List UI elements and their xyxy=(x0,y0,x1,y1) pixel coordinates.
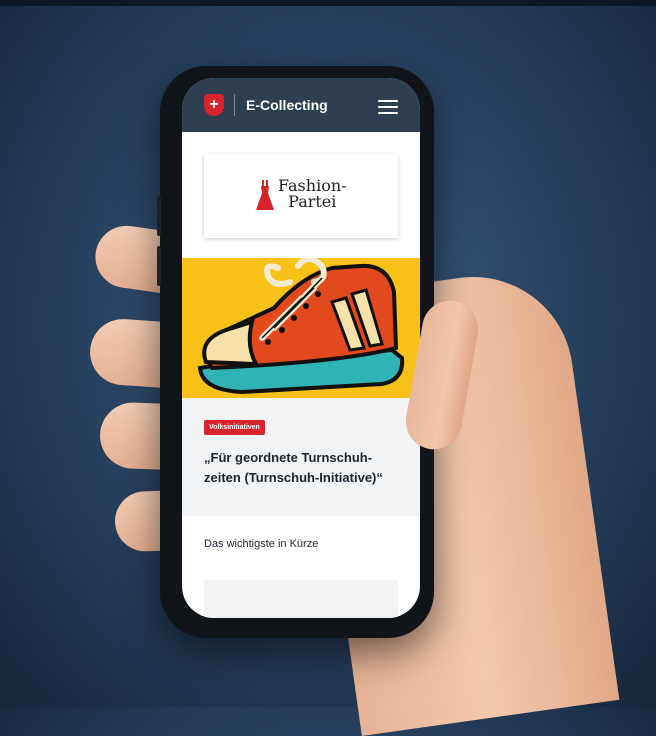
frame-top-edge xyxy=(0,0,656,6)
party-logo-text: Fashion- Partei xyxy=(278,176,347,211)
app-title: E-Collecting xyxy=(246,97,328,113)
summary-card xyxy=(204,580,398,618)
app-bar: + E-Collecting xyxy=(182,78,420,132)
volume-up-button xyxy=(157,196,161,236)
hamburger-menu-icon[interactable] xyxy=(378,100,398,114)
sneaker-illustration xyxy=(197,258,405,395)
category-badge[interactable]: Volksinitiativen xyxy=(204,420,265,435)
dress-icon xyxy=(256,180,274,210)
hero-image xyxy=(182,258,420,398)
section-label: Das wichtigste in Kürze xyxy=(204,538,319,550)
party-logo-card: Fashion- Partei xyxy=(204,154,398,238)
article-title: „Für geordnete Turnschuh-zeiten (Turnsch… xyxy=(204,450,383,485)
phone-screen: + E-Collecting Fashion- Partei Volksinit… xyxy=(182,78,420,618)
header-divider xyxy=(234,94,235,116)
swiss-flag-icon[interactable]: + xyxy=(204,94,224,116)
volume-down-button xyxy=(157,246,161,286)
